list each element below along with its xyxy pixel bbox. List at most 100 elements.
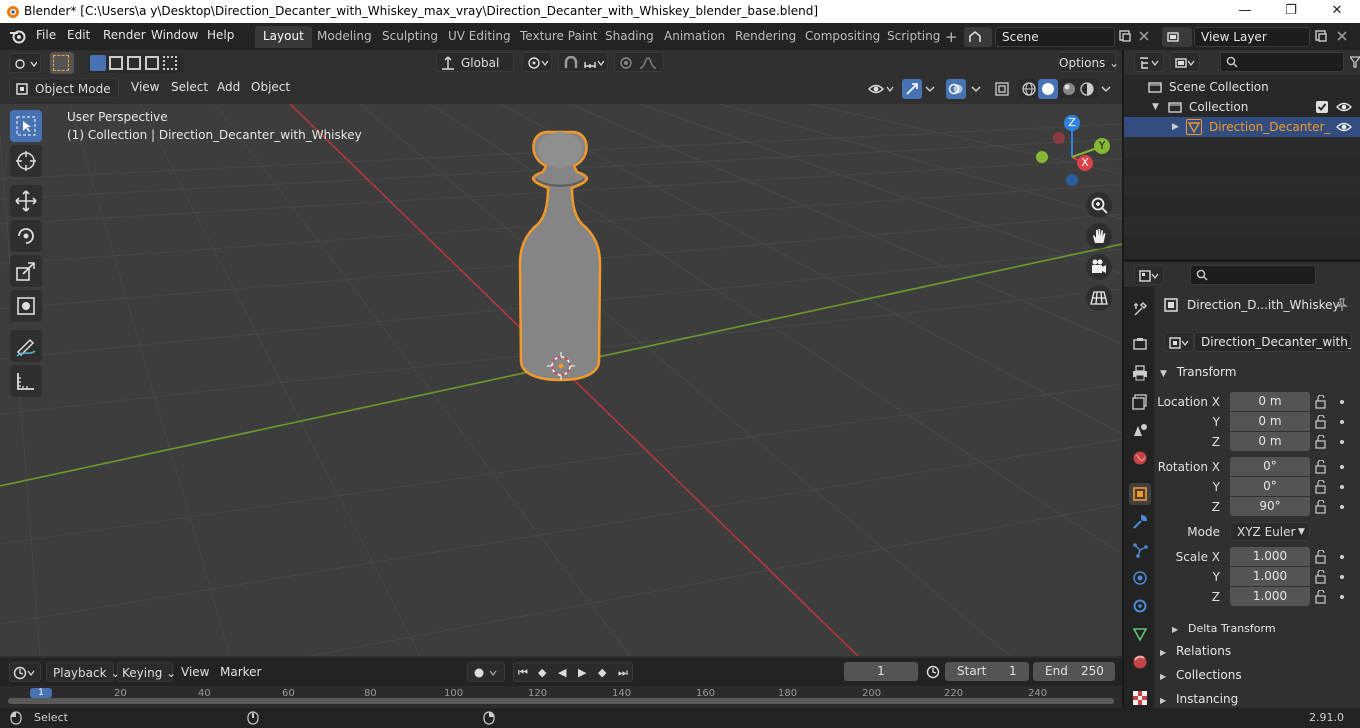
- menu-help[interactable]: Help: [207, 28, 234, 42]
- tab-compositing[interactable]: Compositing: [797, 26, 888, 48]
- lock-location-x-icon[interactable]: [1315, 395, 1327, 409]
- tool-annotate[interactable]: [10, 330, 42, 362]
- object-visibility-eye-icon[interactable]: [1336, 121, 1352, 133]
- select-subtract-icon[interactable]: [127, 56, 141, 70]
- outliner-search-input[interactable]: [1220, 52, 1344, 72]
- outliner-display-mode[interactable]: [1170, 52, 1200, 72]
- tab-render-properties[interactable]: [1129, 333, 1151, 355]
- timeline-menu-view[interactable]: View: [181, 665, 209, 679]
- prev-keyframe-icon[interactable]: ◆: [538, 663, 546, 683]
- pan-button[interactable]: [1086, 223, 1112, 249]
- lock-rotation-z-icon[interactable]: [1315, 500, 1327, 514]
- close-window-button[interactable]: ✕: [1314, 0, 1360, 23]
- playhead-frame-indicator[interactable]: 1: [30, 688, 52, 698]
- timeline-scrollbar[interactable]: [8, 698, 1114, 704]
- tab-animation[interactable]: Animation: [656, 26, 733, 48]
- collection-exclude-checkbox[interactable]: [1316, 101, 1328, 113]
- tab-rendering[interactable]: Rendering: [727, 26, 804, 48]
- remove-scene-icon[interactable]: [1138, 30, 1150, 42]
- new-scene-icon[interactable]: [1118, 29, 1132, 43]
- object-mode-dropdown[interactable]: Object Mode: [9, 78, 119, 98]
- tab-shading[interactable]: Shading: [597, 26, 662, 48]
- menu-window[interactable]: Window: [151, 28, 198, 42]
- minimize-button[interactable]: —: [1222, 0, 1268, 23]
- timeline-editor-type[interactable]: [9, 662, 41, 682]
- new-view-layer-icon[interactable]: [1314, 29, 1328, 43]
- timeline-menu-marker[interactable]: Marker: [220, 665, 261, 679]
- zoom-button[interactable]: [1086, 192, 1112, 218]
- outliner-row-scene-collection[interactable]: Scene Collection: [1124, 77, 1360, 97]
- decanter-mesh[interactable]: [518, 130, 602, 382]
- keyframe-dot-icon[interactable]: [1340, 575, 1344, 579]
- filter-icon[interactable]: [1350, 56, 1360, 68]
- object-datablock-selector[interactable]: [1164, 332, 1194, 352]
- options-dropdown[interactable]: Options ⌄: [1058, 52, 1119, 72]
- select-intersect-icon[interactable]: [163, 56, 177, 70]
- menu-file[interactable]: File: [36, 28, 56, 42]
- play-icon[interactable]: ▶: [578, 663, 586, 683]
- lock-rotation-x-icon[interactable]: [1315, 460, 1327, 474]
- select-invert-icon[interactable]: [145, 56, 159, 70]
- keyframe-dot-icon[interactable]: [1340, 440, 1344, 444]
- timeline-ruler[interactable]: 1 20 40 60 80 100 120 140 160 180 200 22…: [0, 686, 1122, 708]
- tool-move[interactable]: [10, 185, 42, 217]
- outliner-row-collection[interactable]: ▼ Collection: [1124, 97, 1360, 117]
- play-reverse-icon[interactable]: ◀: [558, 663, 566, 683]
- properties-search-input[interactable]: [1190, 265, 1316, 285]
- keyframe-dot-icon[interactable]: [1340, 555, 1344, 559]
- scene-name-field[interactable]: Scene: [995, 27, 1115, 47]
- location-x-field[interactable]: 0 m: [1230, 392, 1310, 411]
- 3d-viewport[interactable]: User Perspective (1) Collection | Direct…: [0, 104, 1122, 656]
- collection-visibility-eye-icon[interactable]: [1336, 101, 1352, 113]
- jump-start-icon[interactable]: ⏮: [518, 663, 528, 683]
- lock-scale-z-icon[interactable]: [1315, 590, 1327, 604]
- tool-cursor[interactable]: [10, 145, 42, 177]
- relations-panel-header[interactable]: ▶ Relations: [1156, 640, 1356, 662]
- start-frame-field[interactable]: Start 1: [945, 662, 1029, 681]
- lock-rotation-y-icon[interactable]: [1315, 480, 1327, 494]
- object-expand-icon[interactable]: ▶: [1172, 117, 1179, 137]
- rotation-mode-dropdown[interactable]: XYZ Euler ▼: [1230, 522, 1310, 541]
- collections-panel-header[interactable]: ▶ Collections: [1156, 664, 1356, 686]
- lock-scale-x-icon[interactable]: [1315, 550, 1327, 564]
- wireframe-shading-icon[interactable]: [1021, 81, 1037, 97]
- lock-location-y-icon[interactable]: [1315, 415, 1327, 429]
- rotation-y-field[interactable]: 0°: [1230, 477, 1310, 496]
- xray-toggle-icon[interactable]: [994, 81, 1010, 97]
- ortho-toggle-button[interactable]: [1086, 285, 1112, 311]
- overlays-dropdown-icon[interactable]: [970, 81, 982, 97]
- auto-keying-toggle[interactable]: [467, 662, 505, 682]
- delta-transform-subpanel[interactable]: ▶ Delta Transform: [1172, 617, 1360, 639]
- tab-texture-properties[interactable]: [1129, 687, 1151, 709]
- object-name-field[interactable]: Direction_Decanter_with_W...: [1194, 332, 1352, 352]
- overlays-toggle-button[interactable]: [946, 79, 966, 99]
- transform-panel-header[interactable]: ▼ Transform: [1156, 361, 1356, 383]
- keyframe-dot-icon[interactable]: [1340, 505, 1344, 509]
- remove-view-layer-icon[interactable]: [1336, 30, 1348, 42]
- location-z-field[interactable]: 0 m: [1230, 432, 1310, 451]
- view-layer-name-field[interactable]: View Layer: [1194, 27, 1310, 47]
- tool-rotate[interactable]: [10, 220, 42, 252]
- tab-sculpting[interactable]: Sculpting: [374, 26, 446, 48]
- keyframe-dot-icon[interactable]: [1340, 485, 1344, 489]
- keying-menu[interactable]: Keying ⌄: [117, 662, 176, 682]
- scale-z-field[interactable]: 1.000: [1230, 587, 1310, 606]
- select-new-icon[interactable]: [90, 55, 106, 71]
- viewport-menu-object[interactable]: Object: [251, 80, 290, 94]
- maximize-button[interactable]: ❐: [1268, 0, 1314, 23]
- tool-scale[interactable]: [10, 255, 42, 287]
- instancing-panel-header[interactable]: ▶ Instancing: [1156, 688, 1356, 710]
- outliner-row-decanter-object[interactable]: ▶ Direction_Decanter_: [1124, 117, 1360, 137]
- end-frame-field[interactable]: End 250: [1033, 662, 1115, 681]
- keyframe-dot-icon[interactable]: [1340, 420, 1344, 424]
- gizmo-y-axis[interactable]: Y: [1094, 138, 1110, 154]
- pin-icon[interactable]: [1335, 298, 1349, 312]
- rendered-shading-icon[interactable]: [1079, 81, 1095, 97]
- select-extend-icon[interactable]: [109, 56, 123, 70]
- tab-scripting[interactable]: Scripting: [879, 26, 948, 48]
- proportional-editing-group[interactable]: [614, 52, 664, 72]
- keyframe-dot-icon[interactable]: [1340, 595, 1344, 599]
- select-tool-mode-button[interactable]: [50, 52, 74, 74]
- tab-modeling[interactable]: Modeling: [309, 26, 380, 48]
- current-frame-field[interactable]: 1: [844, 662, 918, 681]
